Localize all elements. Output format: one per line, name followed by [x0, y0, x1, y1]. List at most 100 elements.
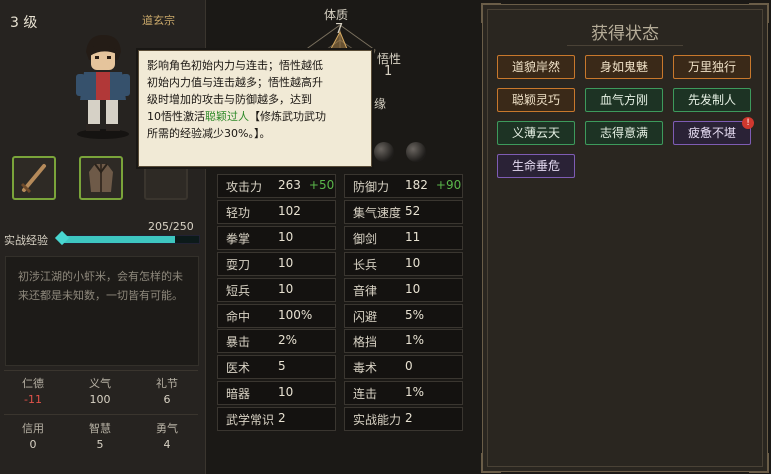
- attribute-number: 2%: [278, 333, 298, 347]
- attribute-label: 集气速度: [353, 206, 402, 220]
- virtue-label: 勇气: [156, 422, 178, 435]
- exp-value: 205/250: [148, 220, 194, 233]
- attribute-bonus: +50: [308, 178, 335, 192]
- tooltip-line: 所需的经验减少30%。】。: [147, 127, 271, 140]
- virtue-value: 0: [29, 438, 37, 451]
- status-tag-label: 志得意满: [599, 126, 648, 140]
- tooltip-text-segment: 10悟性激活: [147, 110, 205, 123]
- attribute-row[interactable]: 武学常识 2: [217, 407, 336, 431]
- attribute-number: 10: [278, 256, 294, 270]
- exp-progress-fill: [63, 236, 175, 243]
- virtue-divider: [4, 414, 198, 415]
- virtue-stat: 智慧 5: [70, 420, 130, 451]
- attribute-number: 5%: [405, 308, 425, 322]
- attribute-number: 10: [278, 230, 294, 244]
- status-tag[interactable]: 身如鬼魅: [585, 55, 663, 79]
- attribute-label: 暴击: [226, 335, 251, 349]
- virtue-stat: 勇气 4: [137, 420, 197, 451]
- tooltip-line: 级时增加的攻击与防御越多，达到: [147, 93, 312, 106]
- stat-wuxing-value: 1: [384, 64, 393, 79]
- attribute-label: 连击: [353, 387, 378, 401]
- status-tag[interactable]: 义薄云天: [497, 121, 575, 145]
- virtue-divider: [4, 370, 198, 371]
- attribute-row[interactable]: 闪避 5%: [344, 304, 463, 328]
- attribute-row[interactable]: 连击 1%: [344, 381, 463, 405]
- status-tag[interactable]: 疲惫不堪!: [673, 117, 754, 145]
- attribute-row[interactable]: 御剑 11: [344, 226, 463, 250]
- frame-corner-ornament: [749, 453, 769, 473]
- alert-badge-icon: !: [742, 117, 754, 129]
- skill-orb-icon[interactable]: [374, 142, 394, 162]
- status-tag[interactable]: 先发制人: [673, 88, 751, 112]
- attribute-row[interactable]: 实战能力 2: [344, 407, 463, 431]
- attribute-value: 5%: [405, 308, 424, 322]
- status-tag[interactable]: 生命垂危: [497, 154, 575, 178]
- virtue-value: 6: [163, 393, 171, 406]
- attribute-number: 10: [278, 385, 294, 399]
- attribute-number: 11: [405, 230, 421, 244]
- attribute-row[interactable]: 暴击 2%: [217, 329, 336, 353]
- attribute-row[interactable]: 攻击力 263 +50: [217, 174, 336, 198]
- attribute-number: 0: [405, 359, 413, 373]
- virtue-value: 5: [96, 438, 104, 451]
- character-sect: 道玄宗: [142, 14, 175, 27]
- stat-tizhi-label: 体质: [324, 8, 349, 22]
- attribute-value: 102: [278, 204, 301, 218]
- status-tag[interactable]: 血气方刚: [585, 88, 663, 112]
- tooltip-text: 影响角色初始内力与连击；悟性越低 初始内力值与连击越多；悟性越高升 级时增加的攻…: [147, 57, 365, 142]
- attribute-number: 10: [405, 282, 421, 296]
- attribute-bonus: +90: [435, 178, 462, 192]
- equipment-slot-armor[interactable]: [79, 156, 123, 200]
- attribute-label: 防御力: [353, 180, 390, 194]
- tooltip-line: 影响角色初始内力与连击；悟性越低: [147, 59, 323, 72]
- attribute-label: 拳掌: [226, 232, 251, 246]
- attribute-number: 100%: [278, 308, 313, 322]
- attribute-value: 10: [278, 230, 293, 244]
- attribute-value: 52: [405, 204, 420, 218]
- tooltip-text-segment: 【修炼武功武功: [249, 110, 326, 123]
- attribute-value: 10: [278, 385, 293, 399]
- status-tag[interactable]: 万里独行: [673, 55, 751, 79]
- status-tag[interactable]: 聪颖灵巧: [497, 88, 575, 112]
- virtue-label: 义气: [89, 377, 111, 390]
- attribute-row[interactable]: 短兵 10: [217, 278, 336, 302]
- attribute-row[interactable]: 轻功 102: [217, 200, 336, 224]
- attribute-row[interactable]: 暗器 10: [217, 381, 336, 405]
- skill-orb-icon[interactable]: [406, 142, 426, 162]
- attribute-value: 182 +90: [405, 178, 461, 192]
- attribute-row[interactable]: 长兵 10: [344, 252, 463, 276]
- equipment-slot-weapon[interactable]: [12, 156, 56, 200]
- attribute-number: 10: [405, 256, 421, 270]
- virtue-value: 100: [89, 393, 111, 406]
- status-tag[interactable]: 道貌岸然: [497, 55, 575, 79]
- attribute-value: 5: [278, 359, 286, 373]
- attribute-value: 263 +50: [278, 178, 334, 192]
- attribute-row[interactable]: 医术 5: [217, 355, 336, 379]
- attribute-value: 10: [278, 256, 293, 270]
- virtue-label: 礼节: [156, 377, 178, 390]
- attribute-row[interactable]: 耍刀 10: [217, 252, 336, 276]
- attribute-row[interactable]: 音律 10: [344, 278, 463, 302]
- attribute-label: 格挡: [353, 335, 378, 349]
- attribute-row[interactable]: 命中 100%: [217, 304, 336, 328]
- attribute-row[interactable]: 防御力 182 +90: [344, 174, 463, 198]
- attribute-number: 2: [405, 411, 413, 425]
- virtue-label: 仁德: [22, 377, 44, 390]
- status-tag[interactable]: 志得意满: [585, 121, 663, 145]
- virtue-stat: 仁德 -11: [3, 375, 63, 406]
- attribute-number: 2: [278, 411, 286, 425]
- status-panel: 获得状态 道貌岸然 身如鬼魅 万里独行 聪颖灵巧 血气方刚 先发制人 义薄云天 志得意满 疲惫不…: [481, 3, 769, 473]
- attribute-row[interactable]: 集气速度 52: [344, 200, 463, 224]
- status-tag-label: 生命垂危: [511, 159, 560, 173]
- attribute-number: 263: [278, 178, 301, 192]
- tooltip-trait-link[interactable]: 聪颖过人: [205, 110, 249, 123]
- attribute-row[interactable]: 格挡 1%: [344, 329, 463, 353]
- stat-tizhi-value: 7: [335, 22, 344, 37]
- stat-extra-label: 缘: [374, 97, 387, 111]
- attribute-row[interactable]: 毒术 0: [344, 355, 463, 379]
- attribute-label: 暗器: [226, 387, 251, 401]
- attribute-row[interactable]: 拳掌 10: [217, 226, 336, 250]
- attribute-label: 攻击力: [226, 180, 263, 194]
- exp-progress-bar: [54, 230, 200, 246]
- attribute-label: 闪避: [353, 310, 378, 324]
